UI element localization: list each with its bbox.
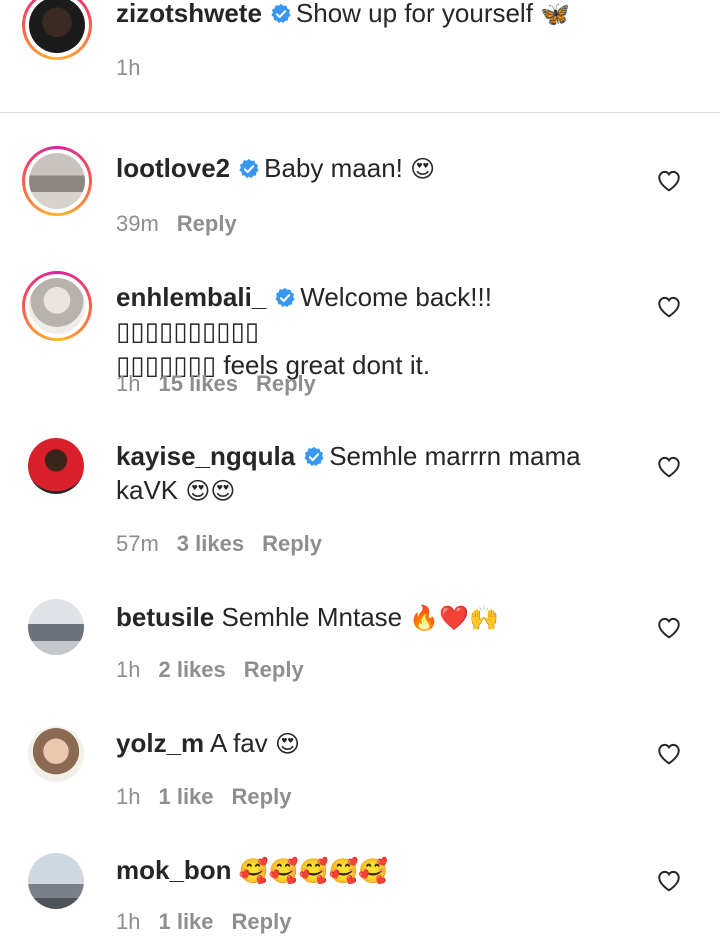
avatar[interactable] xyxy=(22,146,92,216)
comment-time: 1h xyxy=(116,371,141,396)
heart-outline-icon[interactable] xyxy=(656,741,682,765)
comment-time: 1h xyxy=(116,909,141,934)
comment-time: 57m xyxy=(116,531,159,556)
heart-outline-icon[interactable] xyxy=(656,294,682,318)
comment-meta: 1h 15 likes Reply xyxy=(116,371,334,397)
verified-badge-icon xyxy=(239,158,259,179)
comment-body: Baby maan! xyxy=(264,153,403,183)
comment-body: Semhle Mntase xyxy=(221,602,403,632)
comment-emoji: 😍😍 xyxy=(185,477,236,505)
avatar[interactable] xyxy=(22,271,92,341)
likes-count[interactable]: 2 likes xyxy=(158,657,225,682)
likes-count[interactable]: 1 like xyxy=(158,784,213,809)
comment-text: enhlembali_ Welcome back!!! ▯▯▯▯▯▯▯▯▯▯ ▯▯▯… xyxy=(116,280,636,382)
comment-username[interactable]: mok_bon xyxy=(116,855,232,885)
comment-emoji: 😍 xyxy=(410,155,436,183)
comment-time: 1h xyxy=(116,657,141,682)
comment-username[interactable]: betusile xyxy=(116,602,214,632)
heart-outline-icon[interactable] xyxy=(656,168,682,192)
avatar[interactable] xyxy=(28,726,84,782)
comment-meta: 57m 3 likes Reply xyxy=(116,531,340,557)
comment-body-line2: kaVK xyxy=(116,475,179,505)
comment-username[interactable]: lootlove2 xyxy=(116,153,230,183)
reply-button[interactable]: Reply xyxy=(232,784,292,809)
comment-text: kayise_ngqula Semhle marrrn mama kaVK 😍😍 xyxy=(116,439,636,508)
likes-count[interactable]: 3 likes xyxy=(177,531,244,556)
caption-username[interactable]: zizotshwete xyxy=(116,0,262,28)
comment-emoji: 🥰🥰🥰🥰🥰 xyxy=(238,857,389,885)
reply-button[interactable]: Reply xyxy=(256,371,316,396)
reply-button[interactable]: Reply xyxy=(262,531,322,556)
reply-button[interactable]: Reply xyxy=(232,909,292,934)
likes-count[interactable]: 15 likes xyxy=(158,371,238,396)
heart-outline-icon[interactable] xyxy=(656,868,682,892)
comment-emoji: 🔥❤️🙌 xyxy=(409,604,500,632)
avatar[interactable] xyxy=(28,438,84,494)
comment-username[interactable]: yolz_m xyxy=(116,728,204,758)
comment-username[interactable]: kayise_ngqula xyxy=(116,441,295,471)
comment-text: mok_bon 🥰🥰🥰🥰🥰 xyxy=(116,853,636,888)
comment-meta: 1h 2 likes Reply xyxy=(116,657,322,683)
verified-badge-icon xyxy=(304,446,324,467)
comment-body: Semhle marrrn mama xyxy=(329,441,581,471)
caption-avatar[interactable] xyxy=(22,0,92,60)
comment-time: 39m xyxy=(116,211,159,236)
butterfly-emoji: 🦋 xyxy=(540,0,571,28)
reply-button[interactable]: Reply xyxy=(177,211,237,236)
comment-text: lootlove2 Baby maan! 😍 xyxy=(116,151,636,186)
heart-outline-icon[interactable] xyxy=(656,615,682,639)
heart-outline-icon[interactable] xyxy=(656,454,682,478)
verified-badge-icon xyxy=(275,287,295,308)
caption-text: zizotshwete Show up for yourself 🦋 xyxy=(116,0,696,31)
likes-count[interactable]: 1 like xyxy=(158,909,213,934)
comment-username[interactable]: enhlembali_ xyxy=(116,282,266,312)
avatar[interactable] xyxy=(28,853,84,909)
comment-emoji: 😍 xyxy=(275,730,301,758)
comment-meta: 39m Reply xyxy=(116,211,255,237)
caption-time: 1h xyxy=(116,55,141,80)
verified-badge-icon xyxy=(271,3,291,24)
caption-meta: 1h xyxy=(116,55,158,81)
comment-text: yolz_m A fav 😍 xyxy=(116,726,636,761)
comment-meta: 1h 1 like Reply xyxy=(116,784,309,810)
comment-text: betusile Semhle Mntase 🔥❤️🙌 xyxy=(116,600,636,635)
post-caption: zizotshwete Show up for yourself 🦋 1h xyxy=(0,0,720,113)
comment-body: A fav xyxy=(209,728,268,758)
avatar[interactable] xyxy=(28,599,84,655)
comment-meta: 1h 1 like Reply xyxy=(116,909,309,935)
caption-body: Show up for yourself xyxy=(295,0,533,28)
comment-time: 1h xyxy=(116,784,141,809)
reply-button[interactable]: Reply xyxy=(244,657,304,682)
